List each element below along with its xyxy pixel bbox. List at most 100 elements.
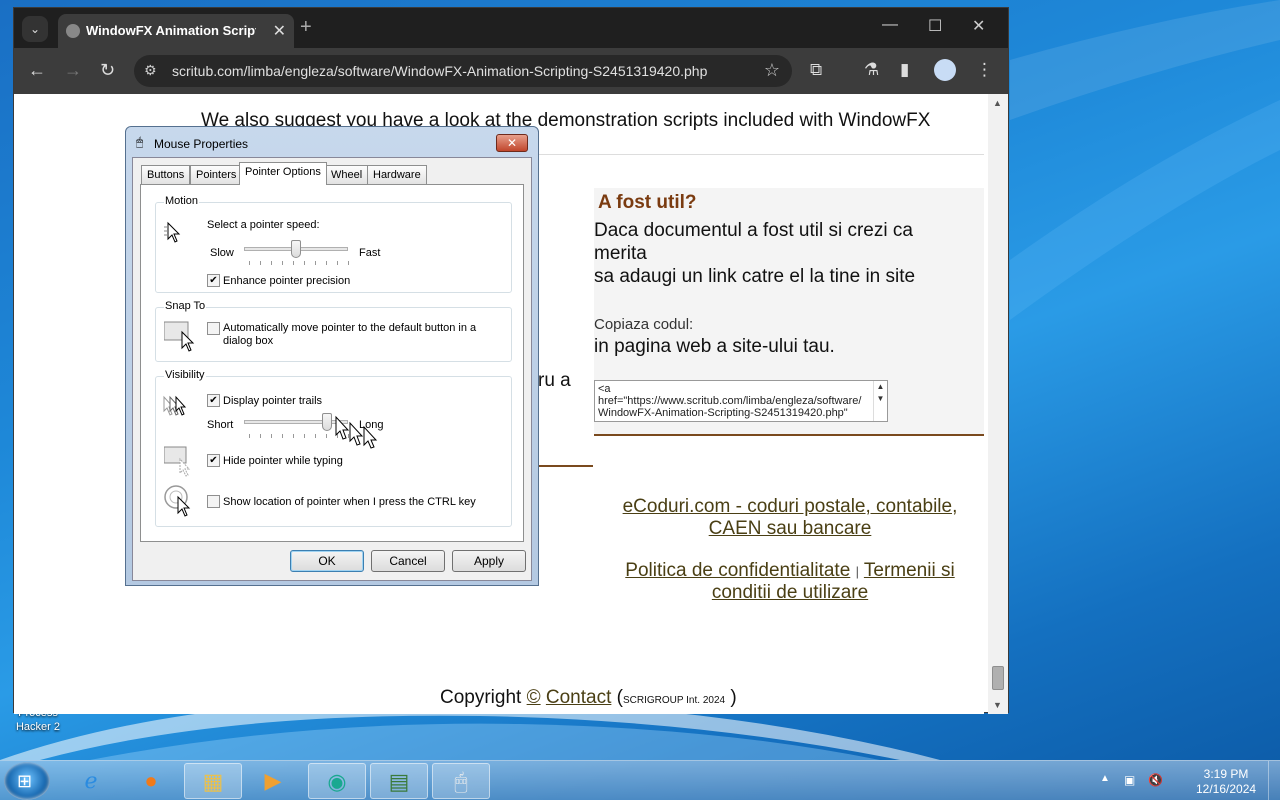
- ctrl-location-checkbox[interactable]: [207, 495, 220, 508]
- ctrl-location-icon: [164, 485, 191, 517]
- tab-buttons[interactable]: Buttons: [141, 165, 191, 184]
- enhance-precision-checkbox[interactable]: ✔: [207, 274, 220, 287]
- contact-link[interactable]: Contact: [546, 687, 611, 708]
- taskbar-firefox-icon[interactable]: ●: [122, 763, 180, 799]
- terms-link-line2[interactable]: conditii de utilizare: [600, 582, 980, 604]
- share-panel: A fost util? Daca documentul a fost util…: [594, 188, 984, 436]
- apply-button[interactable]: Apply: [452, 550, 526, 572]
- side-panel-icon[interactable]: ▮: [900, 60, 909, 80]
- copyright-line: Copyright © Contact (SCRIGROUP Int. 2024…: [440, 687, 737, 709]
- speed-label: Select a pointer speed:: [207, 219, 320, 231]
- dialog-close-button[interactable]: ✕: [496, 134, 528, 152]
- hide-pointer-icon: [164, 446, 191, 477]
- copyright-text: Copyright: [440, 687, 522, 708]
- tab-title: WindowFX Animation Scripting: [86, 23, 256, 38]
- scroll-thumb[interactable]: [992, 666, 1004, 690]
- clock-date: 12/16/2024: [1196, 782, 1257, 796]
- speed-fast-label: Fast: [359, 247, 381, 259]
- motion-group: Motion Select a pointer speed: Slow Fast…: [155, 195, 512, 293]
- cancel-button[interactable]: Cancel: [371, 550, 445, 572]
- link-separator: |: [855, 564, 859, 579]
- tray-network-icon[interactable]: ▣: [1124, 773, 1135, 787]
- browser-toolbar: ← → ↻ ⚙ scritub.com/limba/engleza/softwa…: [14, 48, 1008, 94]
- speed-slider-thumb[interactable]: [291, 240, 301, 258]
- panel-line-2: merita: [594, 243, 647, 264]
- left-divider: [538, 465, 593, 467]
- ecoduri-link-line2: CAEN sau bancare: [708, 518, 872, 539]
- trails-slider-thumb[interactable]: [322, 413, 333, 431]
- mouse-properties-dialog: 🖱 Mouse Properties ✕ Buttons Pointers Po…: [125, 126, 539, 586]
- menu-kebab-icon[interactable]: ⋮: [976, 60, 993, 80]
- tray-volume-muted-icon[interactable]: 🔇: [1148, 773, 1163, 787]
- ctrl-location-label: Show location of pointer when I press th…: [223, 496, 476, 508]
- pointer-trails-label: Display pointer trails: [223, 395, 323, 407]
- pointer-trails-checkbox[interactable]: ✔: [207, 394, 220, 407]
- visibility-group-label: Visibility: [164, 369, 206, 381]
- tab-search-icon[interactable]: ⌄: [22, 16, 48, 42]
- divider: [534, 154, 984, 155]
- page-scrollbar[interactable]: ▲ ▼: [988, 94, 1008, 714]
- terms-link[interactable]: Termenii si: [864, 560, 955, 581]
- browser-titlebar: ⌄ WindowFX Animation Scripting ✕ + — ☐ ✕: [14, 8, 1008, 48]
- tray-expand-icon[interactable]: ▲: [1100, 773, 1110, 784]
- visibility-group: Visibility ✔ Display pointer trails Shor…: [155, 369, 512, 527]
- speed-slider-ticks: [249, 261, 349, 265]
- browser-tab[interactable]: WindowFX Animation Scripting ✕: [58, 14, 294, 48]
- embed-code-textarea[interactable]: <a href="https://www.scritub.com/limba/e…: [594, 380, 888, 422]
- start-button[interactable]: ⊞: [4, 762, 50, 800]
- snap-to-label: Automatically move pointer to the defaul…: [223, 322, 503, 348]
- taskbar-media-player-icon[interactable]: ▶: [244, 763, 302, 799]
- tab-wheel[interactable]: Wheel: [325, 165, 369, 184]
- textarea-scrollbar[interactable]: ▲ ▼: [873, 381, 887, 421]
- speed-slow-label: Slow: [210, 247, 234, 259]
- tab-pointers[interactable]: Pointers: [190, 165, 243, 184]
- back-icon[interactable]: ←: [28, 60, 46, 81]
- extensions-icon[interactable]: ⧉: [810, 60, 822, 80]
- taskbar-internet-explorer-icon[interactable]: ℯ: [62, 763, 120, 799]
- close-window-icon[interactable]: ✕: [972, 16, 985, 36]
- bookmark-star-icon[interactable]: ☆: [764, 60, 780, 81]
- motion-group-label: Motion: [164, 195, 200, 207]
- copyright-symbol-link[interactable]: ©: [527, 687, 541, 708]
- ecoduri-link[interactable]: eCoduri.com - coduri postale, contabile,…: [600, 496, 980, 540]
- pointer-speed-icon: [164, 221, 181, 243]
- taskbar-explorer-icon[interactable]: ▦: [184, 763, 242, 799]
- show-desktop-button[interactable]: [1268, 761, 1280, 800]
- scroll-down-icon[interactable]: ▼: [993, 700, 1002, 710]
- left-text-fragment: ru a: [538, 370, 571, 391]
- trails-short-label: Short: [207, 419, 234, 431]
- scrigroup-close: ): [730, 687, 737, 708]
- address-bar[interactable]: ⚙ scritub.com/limba/engleza/software/Win…: [134, 55, 792, 87]
- new-tab-icon[interactable]: +: [300, 16, 312, 39]
- trails-slider-track[interactable]: [244, 420, 348, 424]
- hide-pointer-checkbox[interactable]: ✔: [207, 454, 220, 467]
- mouse-icon: 🖱: [136, 135, 144, 149]
- minimize-icon[interactable]: —: [882, 16, 898, 34]
- clock-time: 3:19 PM: [1203, 767, 1249, 781]
- panel-heading: A fost util?: [598, 192, 697, 213]
- site-info-icon[interactable]: ⚙: [144, 62, 157, 79]
- scroll-up-icon[interactable]: ▲: [993, 98, 1002, 108]
- maximize-icon[interactable]: ☐: [928, 16, 942, 36]
- profile-avatar-icon[interactable]: [934, 59, 956, 81]
- snap-to-checkbox[interactable]: [207, 322, 220, 335]
- dialog-body: Buttons Pointers Pointer Options Wheel H…: [132, 157, 532, 581]
- scrigroup-text: SCRIGROUP Int. 2024: [622, 695, 726, 706]
- copy-label: Copiaza codul:: [594, 316, 694, 333]
- copy-description: in pagina web a site-ului tau.: [594, 336, 835, 357]
- reload-icon[interactable]: ↻: [100, 60, 115, 81]
- tab-pointer-options[interactable]: Pointer Options: [239, 162, 327, 185]
- privacy-link[interactable]: Politica de confidentialitate: [625, 560, 850, 581]
- taskbar-clock[interactable]: 3:19 PM 12/16/2024: [1196, 767, 1256, 797]
- code-line-3: WindowFX-Animation-Scripting-S2451319420…: [598, 407, 848, 419]
- tab-close-icon[interactable]: ✕: [273, 21, 286, 41]
- forward-icon[interactable]: →: [64, 60, 82, 81]
- tab-hardware[interactable]: Hardware: [367, 165, 427, 184]
- taskbar-mouse-icon[interactable]: 🖱: [432, 763, 490, 799]
- panel-line-1: Daca documentul a fost util si crezi ca: [594, 220, 913, 241]
- favicon-icon: [66, 24, 80, 38]
- taskbar-process-hacker-icon[interactable]: ▤: [370, 763, 428, 799]
- taskbar-chrome-icon[interactable]: ◉: [308, 763, 366, 799]
- labs-flask-icon[interactable]: ⚗: [864, 60, 879, 80]
- ok-button[interactable]: OK: [290, 550, 364, 572]
